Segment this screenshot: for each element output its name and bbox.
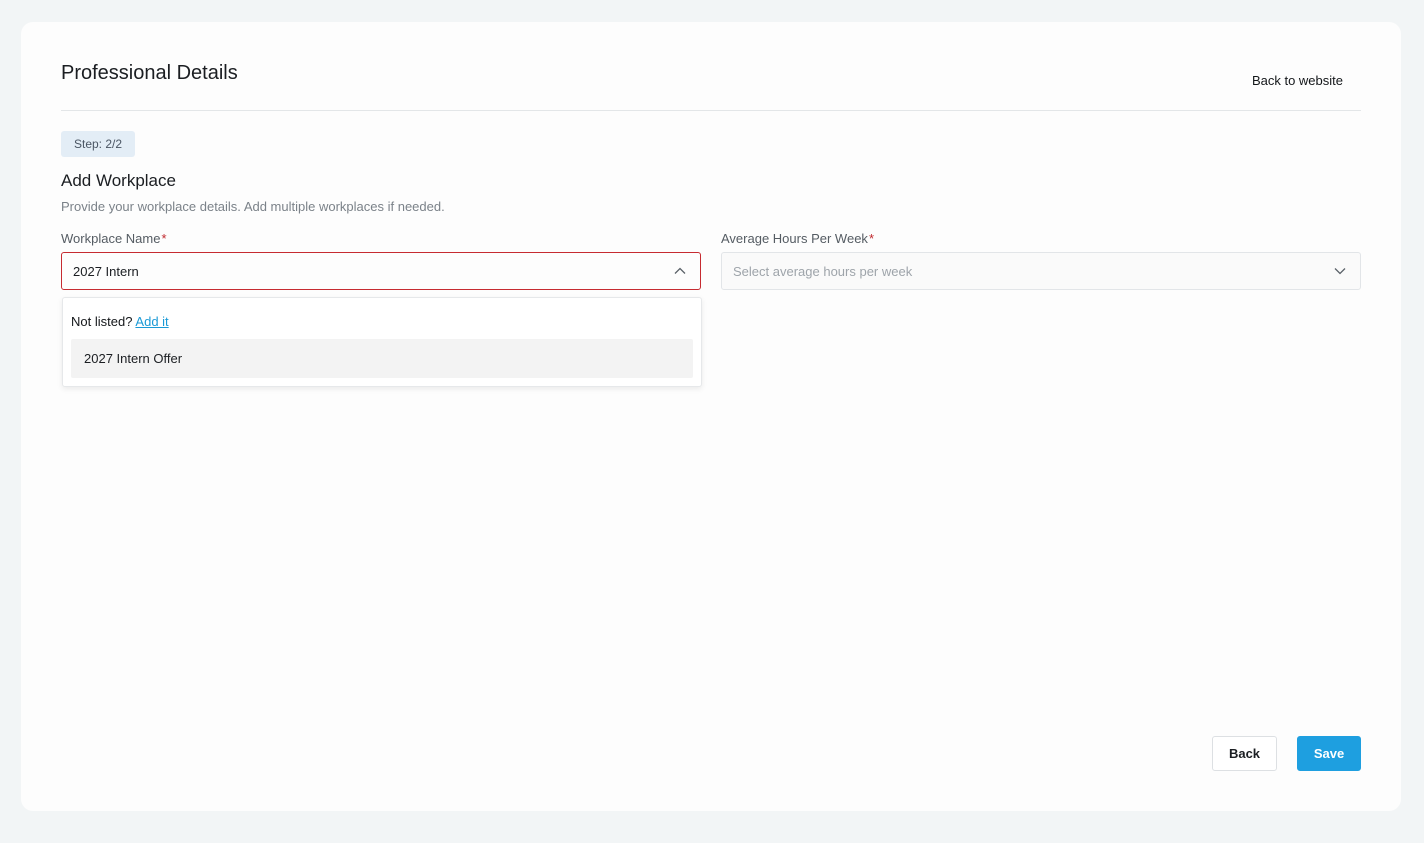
header-divider [61,110,1361,111]
workplace-name-label: Workplace Name* [61,231,167,246]
section-description: Provide your workplace details. Add mult… [61,199,445,214]
section-title: Add Workplace [61,171,176,190]
average-hours-placeholder: Select average hours per week [733,263,913,279]
average-hours-select[interactable]: Select average hours per week [721,252,1361,290]
workplace-name-value: 2027 Intern [73,263,139,279]
save-button[interactable]: Save [1297,736,1361,771]
not-listed-text: Not listed? [71,314,133,329]
required-asterisk: * [161,231,167,246]
page-title: Professional Details [61,62,238,84]
chevron-up-icon [672,263,688,279]
form-card: Professional Details Back to website Ste… [21,22,1401,811]
chevron-down-icon [1332,263,1348,279]
average-hours-label: Average Hours Per Week* [721,231,874,246]
workplace-name-select[interactable]: 2027 Intern [61,252,701,290]
step-badge: Step: 2/2 [61,131,136,157]
not-listed-row: Not listed? Add it [71,314,169,329]
add-it-link[interactable]: Add it [135,314,168,329]
dropdown-option[interactable]: 2027 Intern Offer [71,339,693,378]
required-asterisk: * [868,231,874,246]
average-hours-label-text: Average Hours Per Week [721,231,868,246]
back-to-website-link[interactable]: Back to website [1252,73,1343,88]
workplace-dropdown-menu: Not listed? Add it 2027 Intern Offer [62,297,702,387]
workplace-name-label-text: Workplace Name [61,231,161,246]
back-button[interactable]: Back [1212,736,1277,771]
